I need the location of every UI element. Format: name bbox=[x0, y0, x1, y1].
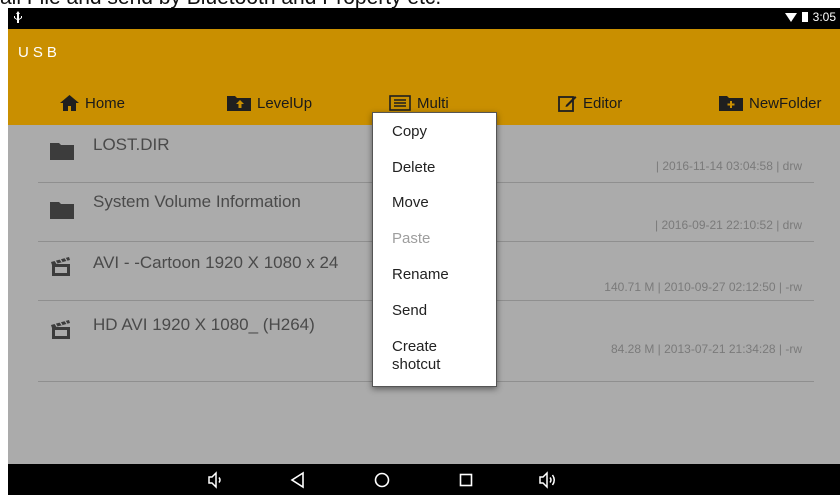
folder-icon bbox=[50, 202, 74, 219]
file-meta: | 2016-11-14 03:04:58 | drw bbox=[655, 159, 802, 173]
clock-time: 3:05 bbox=[812, 10, 836, 24]
menu-item-move[interactable]: Move bbox=[392, 194, 429, 212]
folder-icon bbox=[50, 143, 74, 160]
volume-down-icon[interactable] bbox=[204, 468, 228, 492]
newfolder-label: NewFolder bbox=[749, 94, 822, 112]
home-icon bbox=[60, 95, 79, 111]
levelup-label: LevelUp bbox=[257, 94, 313, 112]
menu-item-paste: Paste bbox=[392, 230, 431, 247]
menu-item-rename[interactable]: Rename bbox=[392, 266, 449, 284]
multi-select-icon bbox=[389, 95, 411, 111]
file-meta: 84.28 M | 2013-07-21 21:34:28 | -rw bbox=[610, 342, 802, 356]
create-shortcut-line1: Create bbox=[392, 338, 438, 355]
page-title: USB bbox=[18, 44, 61, 61]
file-name: HD AVI 1920 X 1080_ (H264) bbox=[93, 315, 315, 334]
battery-icon bbox=[801, 12, 808, 22]
editor-label: Editor bbox=[583, 94, 623, 112]
folder-up-icon bbox=[227, 96, 251, 111]
navigation-bar bbox=[8, 464, 840, 495]
usb-icon bbox=[14, 11, 22, 26]
volume-up-icon[interactable] bbox=[536, 468, 560, 492]
menu-item-send[interactable]: Send bbox=[392, 302, 427, 320]
file-meta: | 2016-09-21 22:10:52 | drw bbox=[655, 218, 802, 232]
status-bar: 3:05 bbox=[8, 8, 840, 29]
editor-button[interactable]: Editor bbox=[558, 91, 622, 115]
levelup-button[interactable]: LevelUp bbox=[227, 91, 312, 115]
video-file-icon bbox=[51, 257, 70, 276]
menu-item-copy[interactable]: Copy bbox=[392, 123, 427, 141]
file-name: LOST.DIR bbox=[93, 135, 170, 154]
menu-item-create-shortcut[interactable]: Create shotcut bbox=[392, 338, 440, 374]
file-name: System Volume Information bbox=[93, 192, 301, 211]
new-folder-icon bbox=[719, 96, 743, 111]
multi-label: Multi bbox=[417, 94, 449, 112]
home-button[interactable]: Home bbox=[60, 91, 125, 115]
newfolder-button[interactable]: NewFolder bbox=[719, 91, 822, 115]
context-menu: Copy Delete Move Paste Rename Send Creat… bbox=[372, 112, 497, 387]
file-name: AVI - -Cartoon 1920 X 1080 x 24 bbox=[93, 253, 339, 272]
device-screen: 3:05 USB Home LevelUp Multi Editor NewFo… bbox=[8, 8, 840, 495]
back-icon[interactable] bbox=[286, 468, 310, 492]
wifi-icon bbox=[784, 12, 797, 22]
menu-item-delete[interactable]: Delete bbox=[392, 159, 435, 177]
recents-icon[interactable] bbox=[454, 468, 478, 492]
home-nav-icon[interactable] bbox=[370, 468, 394, 492]
video-file-icon bbox=[51, 320, 70, 339]
app-bar: USB Home LevelUp Multi Editor NewFolder bbox=[8, 29, 840, 125]
home-label: Home bbox=[85, 94, 126, 112]
edit-icon bbox=[558, 96, 577, 112]
create-shortcut-line2: shotcut bbox=[392, 356, 441, 373]
file-meta: 140.71 M | 2010-09-27 02:12:50 | -rw bbox=[604, 280, 802, 294]
